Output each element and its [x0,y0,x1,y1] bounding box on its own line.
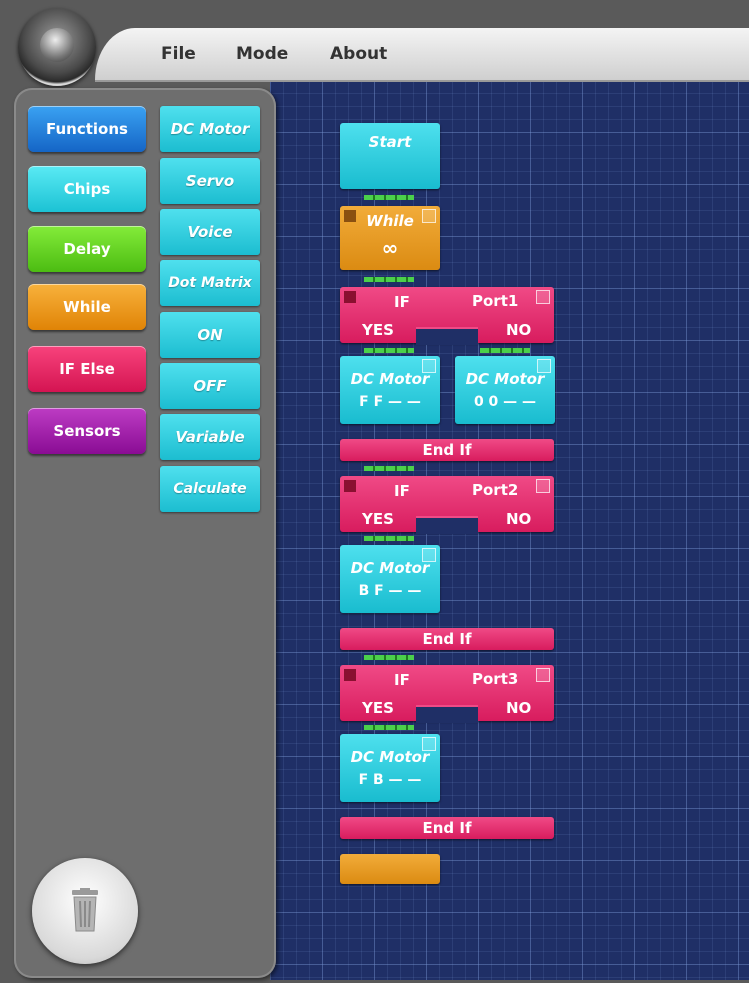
yes-label: YES [362,510,394,528]
palette-dc-motor[interactable]: DC Motor [160,106,260,152]
if-notch [416,327,478,345]
while-block[interactable]: While ∞ [340,206,440,270]
category-chips[interactable]: Chips [28,166,146,212]
category-sensors[interactable]: Sensors [28,408,146,454]
connector [364,655,414,660]
collapse-icon[interactable] [344,669,356,681]
dc-motor-label: DC Motor [350,370,430,388]
dc-motor-label: DC Motor [350,559,430,577]
palette-calculate[interactable]: Calculate [160,466,260,512]
category-while[interactable]: While [28,284,146,330]
collapse-icon[interactable] [344,291,356,303]
checkbox-icon[interactable] [536,290,550,304]
category-functions[interactable]: Functions [28,106,146,152]
end-if-block[interactable]: End If [340,817,554,839]
connector [364,536,414,541]
if-notch [416,705,478,723]
end-if-block[interactable]: End If [340,439,554,461]
end-if-block[interactable]: End If [340,628,554,650]
menu-about[interactable]: About [330,44,387,64]
if-block-port2[interactable]: IF Port2 YES NO [340,476,554,534]
trash-button[interactable] [32,858,138,964]
connector [364,466,414,471]
dc-motor-value: 0 0 — — [473,394,537,410]
no-label: NO [506,321,532,339]
connector [364,195,414,200]
if-notch [416,516,478,534]
if-label: IF [394,293,410,311]
dc-motor-block[interactable]: DC Motor F F — — [340,356,440,424]
yes-label: YES [362,321,394,339]
yes-label: YES [362,699,394,717]
start-label: Start [368,133,412,151]
end-if-label: End If [422,819,472,837]
connector [480,348,530,353]
while-end-block[interactable] [340,854,440,884]
end-if-label: End If [422,630,472,648]
checkbox-icon[interactable] [536,668,550,682]
end-if-label: End If [422,441,472,459]
palette-voice[interactable]: Voice [160,209,260,255]
while-label: While [366,212,414,230]
palette-off[interactable]: OFF [160,363,260,409]
palette-servo[interactable]: Servo [160,158,260,204]
dc-motor-label: DC Motor [465,370,545,388]
start-block[interactable]: Start [340,123,440,189]
if-label: IF [394,671,410,689]
dc-motor-value: F F — — [359,394,421,410]
dc-motor-block[interactable]: DC Motor 0 0 — — [455,356,555,424]
block-palette: Functions Chips Delay While IF Else Sens… [14,88,276,978]
menu-mode[interactable]: Mode [236,44,288,64]
collapse-icon[interactable] [344,480,356,492]
port-label: Port1 [472,292,519,310]
palette-on[interactable]: ON [160,312,260,358]
dc-motor-block[interactable]: DC Motor B F — — [340,545,440,613]
checkbox-icon[interactable] [536,479,550,493]
category-delay[interactable]: Delay [28,226,146,272]
palette-dot-matrix[interactable]: Dot Matrix [160,260,260,306]
app-window: Start While ∞ IF Port1 YES NO DC Motor F… [0,0,749,983]
trash-icon [72,888,98,932]
connector [364,348,414,353]
if-label: IF [394,482,410,500]
infinity-icon: ∞ [381,236,399,260]
menu-bar: File Mode About [95,28,749,82]
port-label: Port3 [472,670,519,688]
program-canvas[interactable]: Start While ∞ IF Port1 YES NO DC Motor F… [270,80,749,980]
if-block-port1[interactable]: IF Port1 YES NO [340,287,554,345]
no-label: NO [506,510,532,528]
dc-motor-block[interactable]: DC Motor F B — — [340,734,440,802]
no-label: NO [506,699,532,717]
dc-motor-label: DC Motor [350,748,430,766]
dc-motor-value: F B — — [358,772,422,788]
connector [364,277,414,282]
connector [364,725,414,730]
menu-file[interactable]: File [161,44,196,64]
category-if-else[interactable]: IF Else [28,346,146,392]
port-label: Port2 [472,481,519,499]
dc-motor-value: B F — — [358,583,422,599]
knob-logo-icon[interactable] [18,8,96,86]
palette-variable[interactable]: Variable [160,414,260,460]
if-block-port3[interactable]: IF Port3 YES NO [340,665,554,723]
